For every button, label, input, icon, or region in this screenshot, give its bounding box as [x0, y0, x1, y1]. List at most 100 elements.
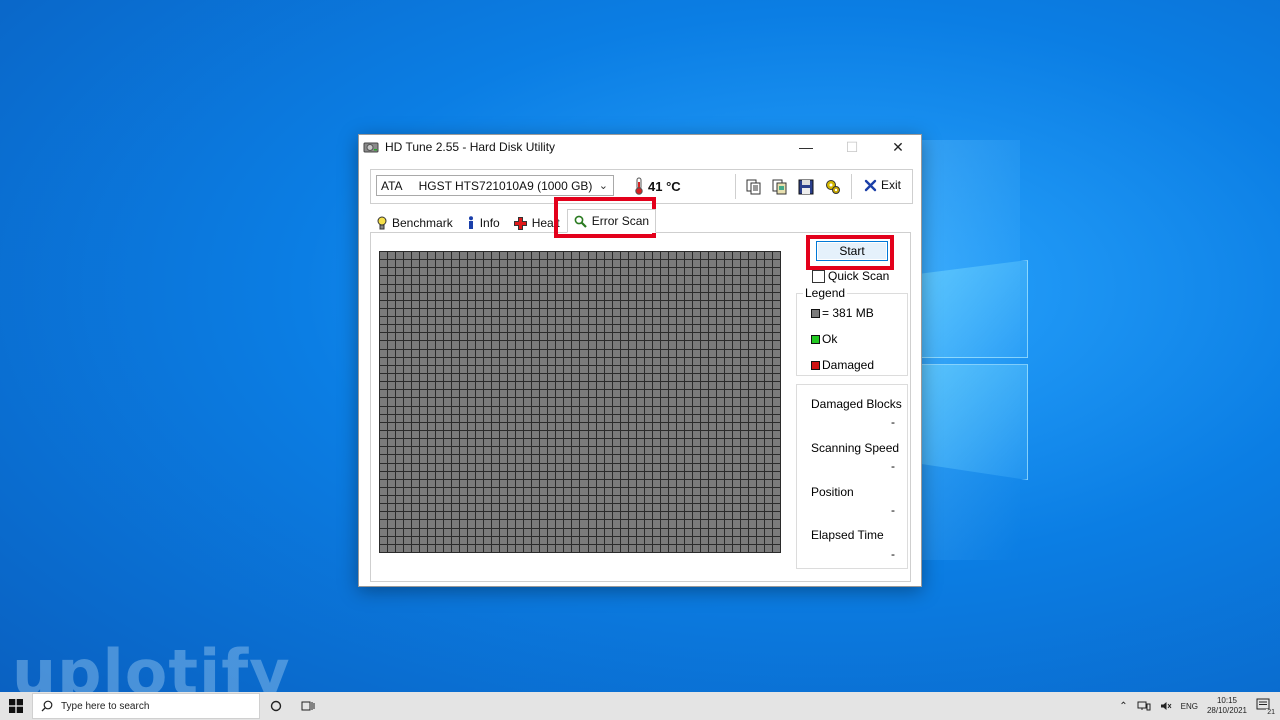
tab-error-scan[interactable]: Error Scan [566, 209, 657, 233]
scan-block [556, 382, 564, 390]
scan-block [516, 504, 524, 512]
scan-block [748, 439, 756, 447]
scan-block [428, 349, 436, 357]
exit-button[interactable]: Exit [864, 178, 901, 192]
notification-center-icon[interactable]: 21 [1256, 698, 1276, 716]
network-icon[interactable] [1137, 701, 1151, 711]
start-menu-button[interactable] [0, 692, 32, 720]
copy-screenshot-icon[interactable] [770, 177, 790, 197]
scan-block [596, 471, 604, 479]
clock[interactable]: 10:15 28/10/2021 [1207, 696, 1247, 716]
scan-block [388, 398, 396, 406]
scan-block [508, 471, 516, 479]
scan-block [588, 528, 596, 536]
scan-block [500, 308, 508, 317]
scan-block [644, 528, 652, 536]
scan-block [532, 398, 540, 406]
scan-block [508, 536, 516, 544]
scan-block [588, 455, 596, 463]
scan-block [764, 479, 772, 487]
scan-block [772, 455, 780, 463]
scan-block [524, 414, 532, 422]
scan-block [652, 398, 660, 406]
tab-info[interactable]: Info [460, 213, 507, 233]
scan-block [588, 520, 596, 528]
scan-block [540, 292, 548, 300]
tab-benchmark[interactable]: Benchmark [370, 213, 460, 233]
scan-block [572, 528, 580, 536]
scan-block [540, 333, 548, 341]
copy-text-icon[interactable] [744, 177, 764, 197]
scan-block [708, 300, 716, 308]
scan-block [564, 528, 572, 536]
title-bar[interactable]: HD Tune 2.55 - Hard Disk Utility — ☐ ✕ [359, 135, 921, 159]
scan-block [700, 276, 708, 284]
close-button[interactable]: ✕ [875, 135, 921, 159]
language-indicator[interactable]: ENG [1181, 702, 1198, 711]
scan-block [500, 349, 508, 357]
scan-block [772, 414, 780, 422]
options-icon[interactable] [823, 177, 843, 197]
scan-block [636, 455, 644, 463]
chevron-up-icon[interactable]: ⌃ [1119, 701, 1127, 712]
save-icon[interactable] [796, 177, 816, 197]
scan-block [420, 512, 428, 520]
scan-block [420, 504, 428, 512]
quick-scan-box[interactable] [812, 269, 825, 283]
scan-block [556, 341, 564, 349]
scan-block [460, 390, 468, 398]
scan-block [516, 349, 524, 357]
scan-block [652, 422, 660, 430]
scan-block [516, 317, 524, 325]
scan-block [500, 447, 508, 455]
scan-block [396, 414, 404, 422]
cortana-icon[interactable] [260, 692, 292, 720]
scan-block [452, 317, 460, 325]
scan-block [516, 471, 524, 479]
minimize-button[interactable]: — [783, 135, 829, 159]
scan-block [668, 422, 676, 430]
start-button[interactable]: Start [816, 241, 888, 261]
scan-block [516, 325, 524, 333]
scan-block [692, 455, 700, 463]
drive-select[interactable]: ATA HGST HTS721010A9 (1000 GB) ⌄ [376, 175, 614, 196]
scan-block [508, 357, 516, 365]
error-scan-panel: Start Quick Scan Legend = 381 MB Ok Dama… [370, 232, 911, 582]
volume-muted-icon[interactable] [1160, 701, 1172, 711]
scan-block [492, 414, 500, 422]
scan-block [428, 422, 436, 430]
scan-block [564, 455, 572, 463]
scan-block [508, 333, 516, 341]
scan-block [692, 260, 700, 268]
scan-block [564, 406, 572, 414]
scan-block [716, 341, 724, 349]
scan-block [604, 536, 612, 544]
scan-block [540, 317, 548, 325]
scan-block [700, 406, 708, 414]
scan-block [620, 252, 628, 260]
maximize-button[interactable]: ☐ [829, 135, 875, 159]
taskbar-search[interactable]: Type here to search [32, 693, 260, 719]
scan-block [564, 349, 572, 357]
scan-block [500, 487, 508, 496]
scan-block [572, 504, 580, 512]
scan-block [436, 479, 444, 487]
scan-block [556, 292, 564, 300]
scan-block [436, 374, 444, 382]
scan-block [380, 276, 388, 284]
scan-block [500, 365, 508, 374]
scan-block [524, 520, 532, 528]
scan-block [700, 260, 708, 268]
scan-block [476, 292, 484, 300]
scan-block [396, 479, 404, 487]
scan-block [420, 496, 428, 504]
scan-block [444, 430, 452, 439]
scan-block [492, 308, 500, 317]
scan-block [572, 479, 580, 487]
quick-scan-checkbox[interactable]: Quick Scan [812, 269, 889, 283]
scan-block [636, 536, 644, 544]
scan-block [596, 479, 604, 487]
tab-health[interactable]: Healt [507, 213, 567, 233]
task-view-icon[interactable] [292, 692, 324, 720]
scan-block [444, 536, 452, 544]
